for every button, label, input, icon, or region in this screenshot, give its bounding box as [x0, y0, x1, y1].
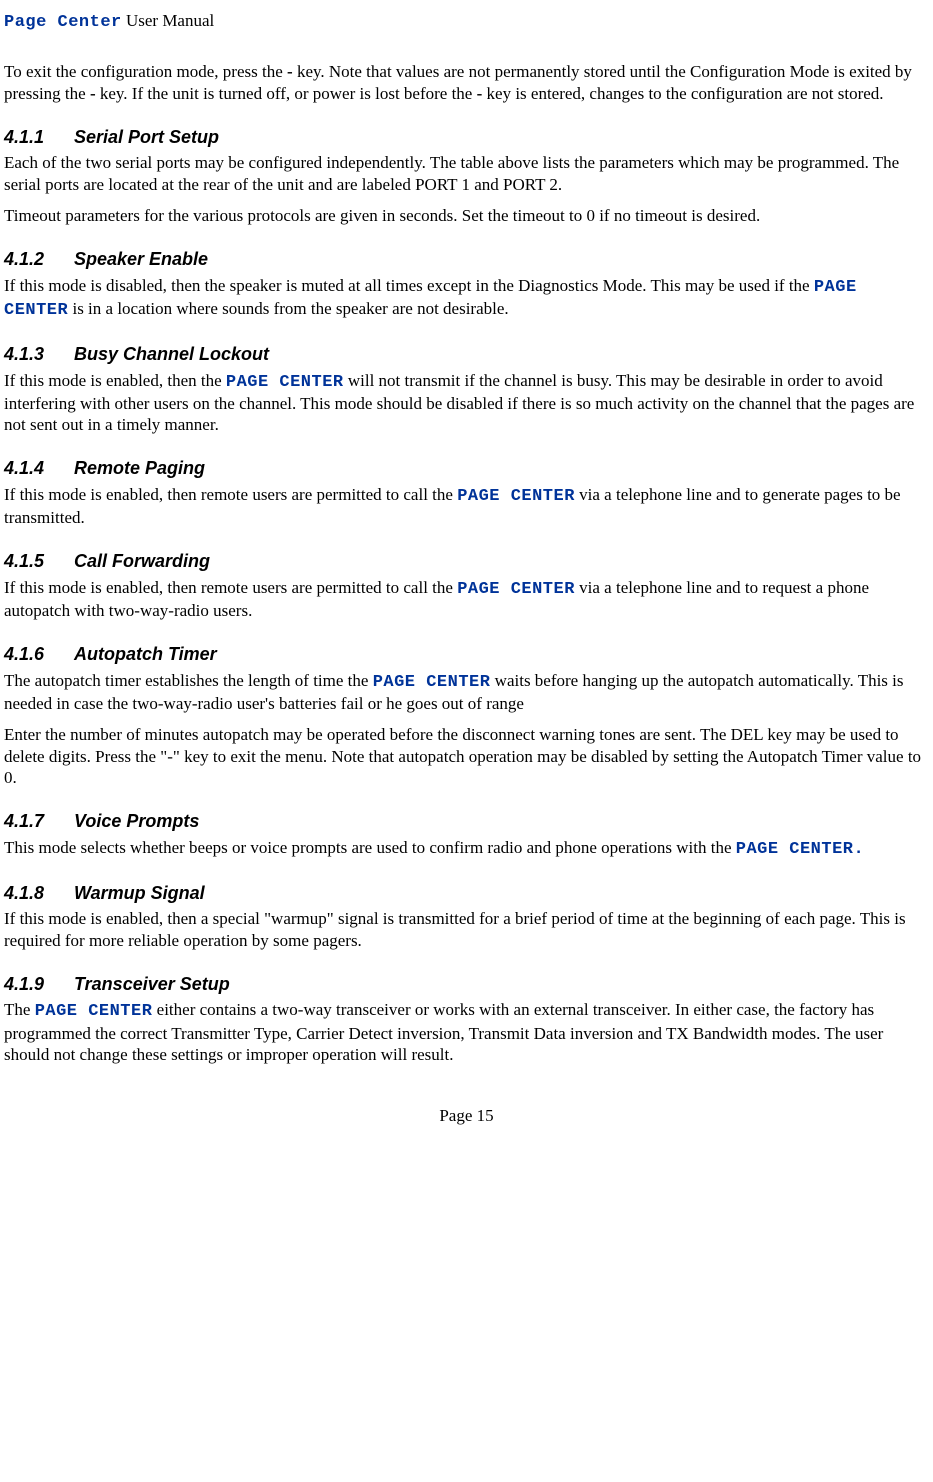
page-center-inline: PAGE CENTER [373, 673, 491, 692]
heading-418: 4.1.8Warmup Signal [4, 882, 929, 905]
page-center-inline: PAGE CENTER [226, 373, 344, 392]
p-416-1: The autopatch timer establishes the leng… [4, 670, 929, 715]
p-413-1: If this mode is enabled, then the PAGE C… [4, 370, 929, 436]
secnum-417: 4.1.7 [4, 810, 74, 833]
heading-417: 4.1.7Voice Prompts [4, 810, 929, 833]
page-footer: Page 15 [4, 1105, 929, 1126]
intro-text-1c: key. If the unit is turned off, or power… [96, 84, 477, 103]
title-418: Warmup Signal [74, 883, 205, 903]
header-suffix: User Manual [122, 11, 215, 30]
secnum-415: 4.1.5 [4, 550, 74, 573]
page-center-inline: PAGE CENTER [35, 1002, 153, 1021]
page-center-inline: PAGE CENTER [457, 580, 575, 599]
title-419: Transceiver Setup [74, 974, 230, 994]
heading-419: 4.1.9Transceiver Setup [4, 973, 929, 996]
secnum-413: 4.1.3 [4, 343, 74, 366]
intro-text-1d: key is entered, changes to the configura… [482, 84, 883, 103]
secnum-412: 4.1.2 [4, 248, 74, 271]
p-415-1a: If this mode is enabled, then remote use… [4, 578, 457, 597]
p-412-1: If this mode is disabled, then the speak… [4, 275, 929, 322]
p-417-1a: This mode selects whether beeps or voice… [4, 838, 736, 857]
heading-412: 4.1.2Speaker Enable [4, 248, 929, 271]
intro-paragraph: To exit the configuration mode, press th… [4, 61, 929, 104]
heading-415: 4.1.5Call Forwarding [4, 550, 929, 573]
page-center-inline: PAGE CENTER. [736, 840, 864, 859]
p-412-1b: is in a location where sounds from the s… [68, 299, 508, 318]
secnum-414: 4.1.4 [4, 457, 74, 480]
title-411: Serial Port Setup [74, 127, 219, 147]
page-center-inline: PAGE CENTER [457, 487, 575, 506]
page-number: Page 15 [439, 1106, 493, 1125]
secnum-416: 4.1.6 [4, 643, 74, 666]
p-413-1a: If this mode is enabled, then the [4, 371, 226, 390]
title-414: Remote Paging [74, 458, 205, 478]
page-header: Page Center User Manual [4, 10, 929, 33]
heading-414: 4.1.4Remote Paging [4, 457, 929, 480]
p-419-1a: The [4, 1000, 35, 1019]
title-412: Speaker Enable [74, 249, 208, 269]
heading-416: 4.1.6Autopatch Timer [4, 643, 929, 666]
p-411-2: Timeout parameters for the various proto… [4, 205, 929, 226]
brand-name: Page Center [4, 13, 122, 32]
p-414-1a: If this mode is enabled, then remote use… [4, 485, 457, 504]
p-418-1: If this mode is enabled, then a special … [4, 908, 929, 951]
p-419-1: The PAGE CENTER either contains a two-wa… [4, 999, 929, 1065]
title-415: Call Forwarding [74, 551, 210, 571]
p-416-2: Enter the number of minutes autopatch ma… [4, 724, 929, 788]
title-413: Busy Channel Lockout [74, 344, 269, 364]
p-415-1: If this mode is enabled, then remote use… [4, 577, 929, 622]
heading-413: 4.1.3Busy Channel Lockout [4, 343, 929, 366]
p-414-1: If this mode is enabled, then remote use… [4, 484, 929, 529]
secnum-419: 4.1.9 [4, 973, 74, 996]
p-412-1a: If this mode is disabled, then the speak… [4, 276, 814, 295]
secnum-418: 4.1.8 [4, 882, 74, 905]
heading-411: 4.1.1Serial Port Setup [4, 126, 929, 149]
title-416: Autopatch Timer [74, 644, 217, 664]
title-417: Voice Prompts [74, 811, 199, 831]
intro-text-1a: To exit the configuration mode, press th… [4, 62, 287, 81]
secnum-411: 4.1.1 [4, 126, 74, 149]
p-416-1a: The autopatch timer establishes the leng… [4, 671, 373, 690]
p-417-1: This mode selects whether beeps or voice… [4, 837, 929, 860]
p-411-1: Each of the two serial ports may be conf… [4, 152, 929, 195]
